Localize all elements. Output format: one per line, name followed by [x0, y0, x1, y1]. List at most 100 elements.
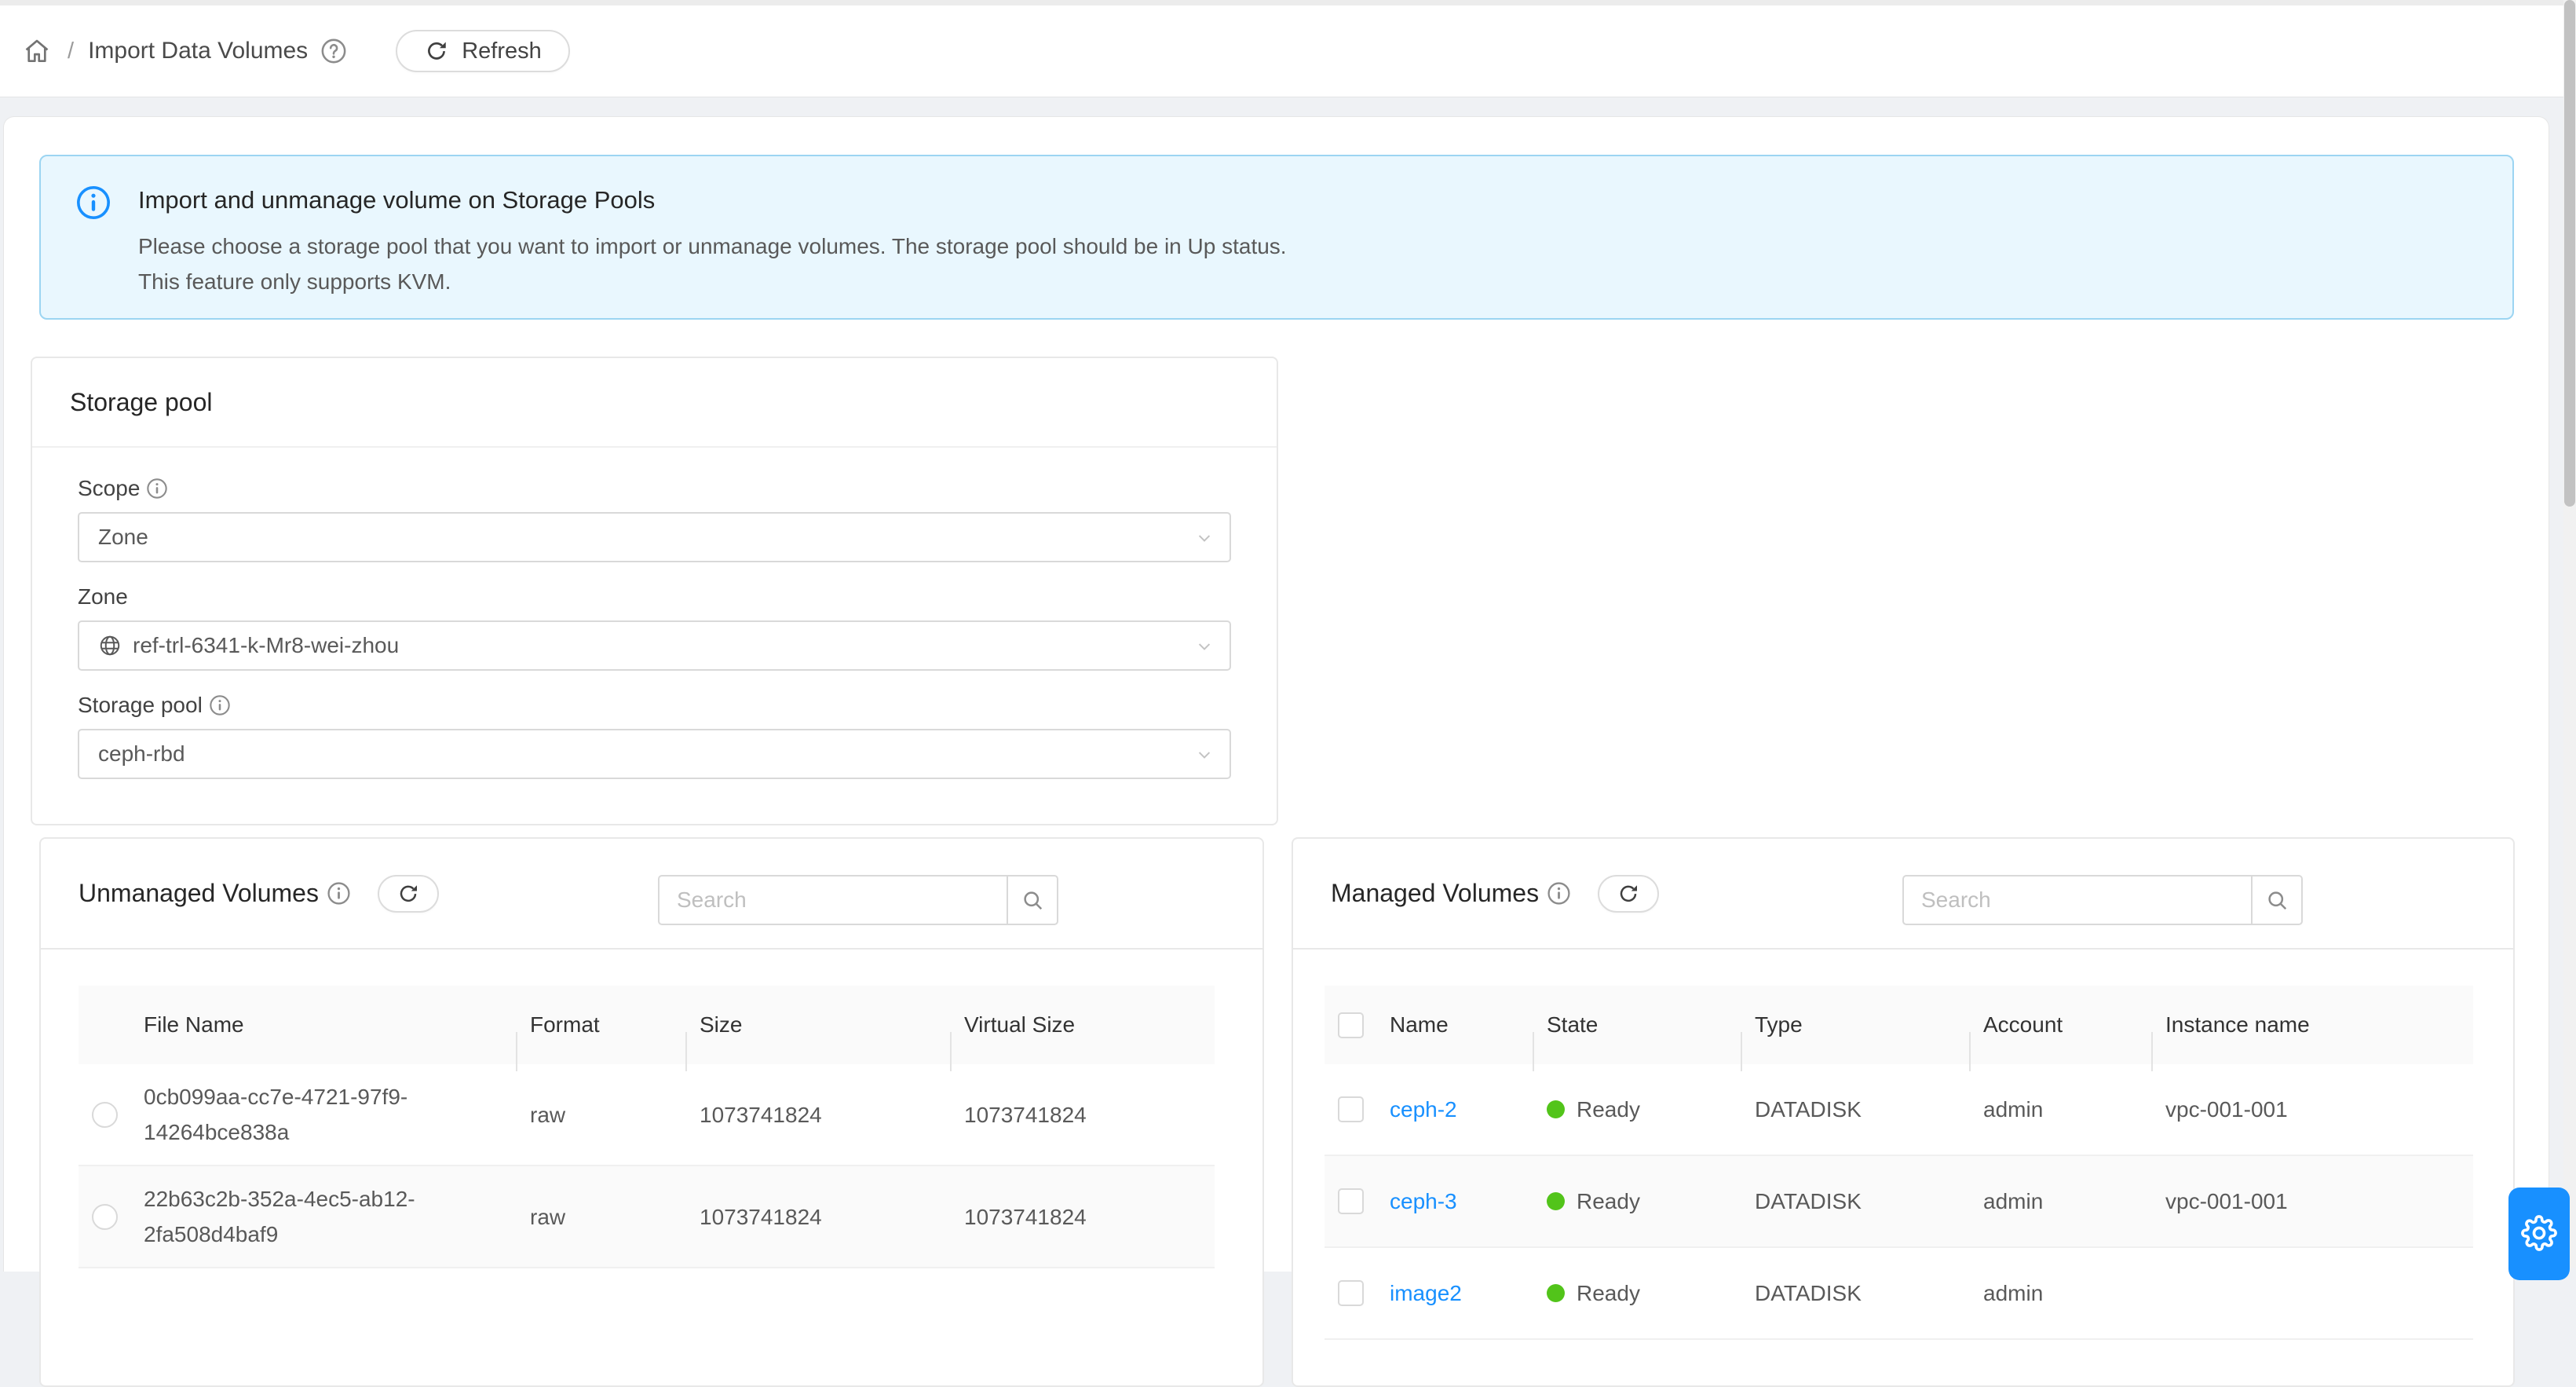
cell-state: Ready [1534, 1275, 1742, 1311]
scope-select[interactable]: Zone [78, 512, 1231, 562]
row-select-cell [79, 1102, 131, 1128]
globe-icon [98, 634, 122, 657]
cell-state: Ready [1534, 1184, 1742, 1219]
cell-instance-name: vpc-001-001 [2153, 1092, 2473, 1127]
cell-virtual-size: 1073741824 [952, 1199, 1215, 1235]
cell-account: admin [1971, 1275, 2153, 1311]
unmanaged-table: File Name Format Size Virtual Size 0cb09… [79, 986, 1215, 1268]
cell-state: Ready [1534, 1092, 1742, 1127]
question-circle-icon[interactable] [320, 38, 347, 64]
status-dot-green [1547, 1284, 1565, 1302]
scope-label-text: Scope [78, 476, 140, 501]
column-header-file-name: File Name [131, 1012, 517, 1038]
zone-label-text: Zone [78, 584, 128, 609]
unmanaged-search-input[interactable] [660, 876, 1007, 924]
managed-table-header: Name State Type Account Instance name [1325, 986, 2473, 1064]
refresh-button-label: Refresh [462, 38, 542, 64]
volume-name-link[interactable]: ceph-2 [1390, 1097, 1457, 1122]
managed-volumes-card: Managed Volumes Name State Type Account … [1292, 837, 2515, 1387]
scope-label: Scope [78, 476, 1231, 501]
managed-refresh-button[interactable] [1598, 875, 1659, 913]
volume-radio[interactable] [92, 1102, 118, 1128]
alert-description: Please choose a storage pool that you wa… [138, 229, 1287, 299]
info-circle-icon [209, 694, 231, 716]
reload-icon [424, 38, 449, 64]
volume-checkbox[interactable] [1338, 1188, 1364, 1214]
column-header-virtual-size: Virtual Size [952, 1012, 1215, 1038]
storage-pool-card-header: Storage pool [32, 358, 1277, 448]
managed-volume-row: ceph-2 Ready DATADISK admin vpc-001-001 [1325, 1064, 2473, 1156]
unmanaged-volumes-header: Unmanaged Volumes [41, 839, 1262, 950]
cell-file-name: 0cb099aa-cc7e-4721-97f9-14264bce838a [131, 1079, 517, 1150]
managed-search [1902, 875, 2303, 925]
search-icon[interactable] [1007, 876, 1057, 924]
select-all-column-header [1325, 1012, 1377, 1038]
cell-size: 1073741824 [687, 1097, 952, 1133]
breadcrumb-separator: / [68, 38, 74, 64]
search-icon[interactable] [2251, 876, 2301, 924]
managed-volumes-title: Managed Volumes [1331, 879, 1539, 908]
page-header: / Import Data Volumes Refresh [0, 5, 2576, 97]
row-select-cell [1325, 1188, 1377, 1214]
reload-icon [1617, 882, 1640, 906]
cell-name: image2 [1377, 1275, 1534, 1311]
unmanaged-search [658, 875, 1058, 925]
refresh-button[interactable]: Refresh [396, 30, 570, 72]
column-header-instance-name: Instance name [2153, 1012, 2473, 1038]
breadcrumb: / Import Data Volumes Refresh [22, 5, 570, 97]
cell-account: admin [1971, 1184, 2153, 1219]
state-label: Ready [1577, 1275, 1640, 1311]
volume-checkbox[interactable] [1338, 1096, 1364, 1122]
status-dot-green [1547, 1100, 1565, 1118]
select-all-checkbox[interactable] [1338, 1012, 1364, 1038]
cell-type: DATADISK [1742, 1092, 1971, 1127]
unmanaged-volumes-card: Unmanaged Volumes File Name Format Size … [39, 837, 1264, 1387]
column-header-type: Type [1742, 1012, 1971, 1038]
managed-volumes-header: Managed Volumes [1293, 839, 2513, 950]
unmanaged-volumes-title: Unmanaged Volumes [79, 879, 319, 908]
scrollbar-thumb[interactable] [2564, 0, 2575, 507]
volume-checkbox[interactable] [1338, 1280, 1364, 1306]
info-circle-icon [327, 881, 351, 906]
managed-volume-row: image2 Ready DATADISK admin [1325, 1248, 2473, 1340]
pool-select-value: ceph-rbd [98, 741, 185, 767]
storage-pool-card: Storage pool Scope Zone Zone ref-trl-634… [31, 357, 1278, 825]
cell-file-name: 22b63c2b-352a-4ec5-ab12-2fa508d4baf9 [131, 1181, 517, 1252]
unmanaged-volume-row: 0cb099aa-cc7e-4721-97f9-14264bce838a raw… [79, 1064, 1215, 1166]
alert-body: Import and unmanage volume on Storage Po… [138, 180, 1287, 295]
managed-table-body: ceph-2 Ready DATADISK admin vpc-001-001 … [1325, 1064, 2473, 1340]
alert-line-2: This feature only supports KVM. [138, 264, 1287, 299]
column-header-state: State [1534, 1012, 1742, 1038]
window-top-strip [0, 0, 2576, 5]
state-label: Ready [1577, 1092, 1640, 1127]
row-select-cell [79, 1204, 131, 1230]
state-label: Ready [1577, 1184, 1640, 1219]
info-circle-icon [1547, 881, 1571, 906]
pool-select[interactable]: ceph-rbd [78, 729, 1231, 779]
home-icon[interactable] [22, 35, 53, 67]
volume-radio[interactable] [92, 1204, 118, 1230]
settings-fab-button[interactable] [2508, 1188, 2570, 1280]
managed-volume-row: ceph-3 Ready DATADISK admin vpc-001-001 [1325, 1156, 2473, 1248]
volume-name-link[interactable]: image2 [1390, 1281, 1462, 1305]
unmanaged-table-header: File Name Format Size Virtual Size [79, 986, 1215, 1064]
cell-instance-name: vpc-001-001 [2153, 1184, 2473, 1219]
storage-pool-form: Scope Zone Zone ref-trl-6341-k-Mr8-wei-z… [32, 448, 1277, 779]
cell-size: 1073741824 [687, 1199, 952, 1235]
unmanaged-refresh-button[interactable] [378, 875, 439, 913]
pool-label-text: Storage pool [78, 693, 203, 718]
zone-select[interactable]: ref-trl-6341-k-Mr8-wei-zhou [78, 620, 1231, 671]
cell-name: ceph-2 [1377, 1092, 1534, 1127]
row-select-cell [1325, 1096, 1377, 1122]
storage-pool-card-title: Storage pool [70, 388, 212, 417]
managed-table: Name State Type Account Instance name ce… [1325, 986, 2473, 1340]
chevron-down-icon [1193, 744, 1215, 766]
column-header-account: Account [1971, 1012, 2153, 1038]
volume-name-link[interactable]: ceph-3 [1390, 1189, 1457, 1213]
gear-icon [2521, 1215, 2557, 1251]
chevron-down-icon [1193, 635, 1215, 657]
status-dot-green [1547, 1192, 1565, 1210]
column-header-format: Format [517, 1012, 687, 1038]
page-scrollbar[interactable] [2563, 0, 2576, 1268]
managed-search-input[interactable] [1904, 876, 2251, 924]
